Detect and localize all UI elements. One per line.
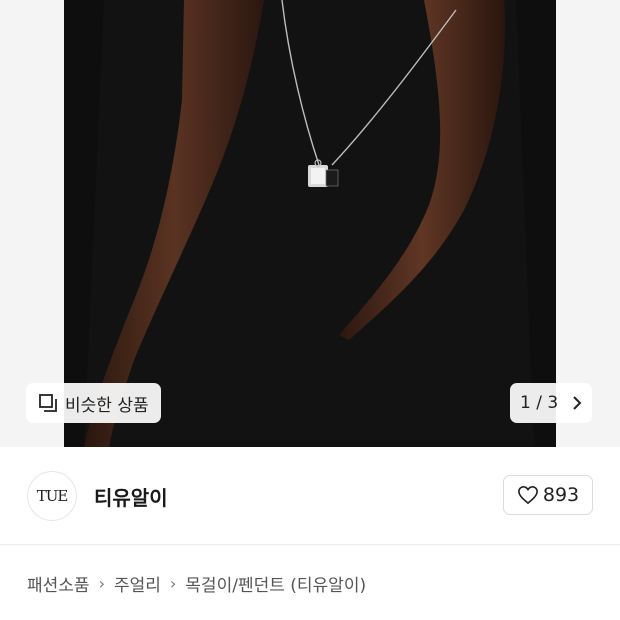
like-button[interactable]: 893 [503, 475, 593, 515]
breadcrumb-item-fashion-accessories[interactable]: 패션소품 [27, 571, 90, 596]
chevron-right-icon [573, 396, 582, 410]
similar-products-label: 비슷한 상품 [65, 395, 149, 416]
chevron-right-icon: › [98, 574, 105, 593]
image-counter-button[interactable]: 1 / 3 [510, 383, 592, 423]
similar-products-button[interactable]: 비슷한 상품 [26, 383, 161, 423]
seller-avatar[interactable]: TUE [27, 471, 77, 521]
breadcrumb-item-jewelry[interactable]: 주얼리 [114, 571, 161, 596]
seller-name[interactable]: 티유알이 [94, 482, 168, 511]
heart-icon [517, 485, 538, 505]
product-photo[interactable] [64, 0, 556, 447]
seller-logo-text: TUE [36, 487, 69, 505]
product-image-carousel[interactable]: 비슷한 상품 1 / 3 [0, 0, 620, 447]
like-count: 893 [542, 484, 580, 506]
model-necklace-illustration [64, 0, 556, 447]
image-counter: 1 / 3 [520, 393, 559, 413]
chevron-right-icon: › [169, 574, 177, 593]
breadcrumb: 패션소품 › 주얼리 › 목걸이/펜던트 (티유알이) [27, 571, 366, 596]
breadcrumb-item-necklace[interactable]: 목걸이/펜던트 (티유알이) [185, 571, 366, 596]
copy-icon [39, 394, 57, 412]
divider [0, 544, 620, 545]
